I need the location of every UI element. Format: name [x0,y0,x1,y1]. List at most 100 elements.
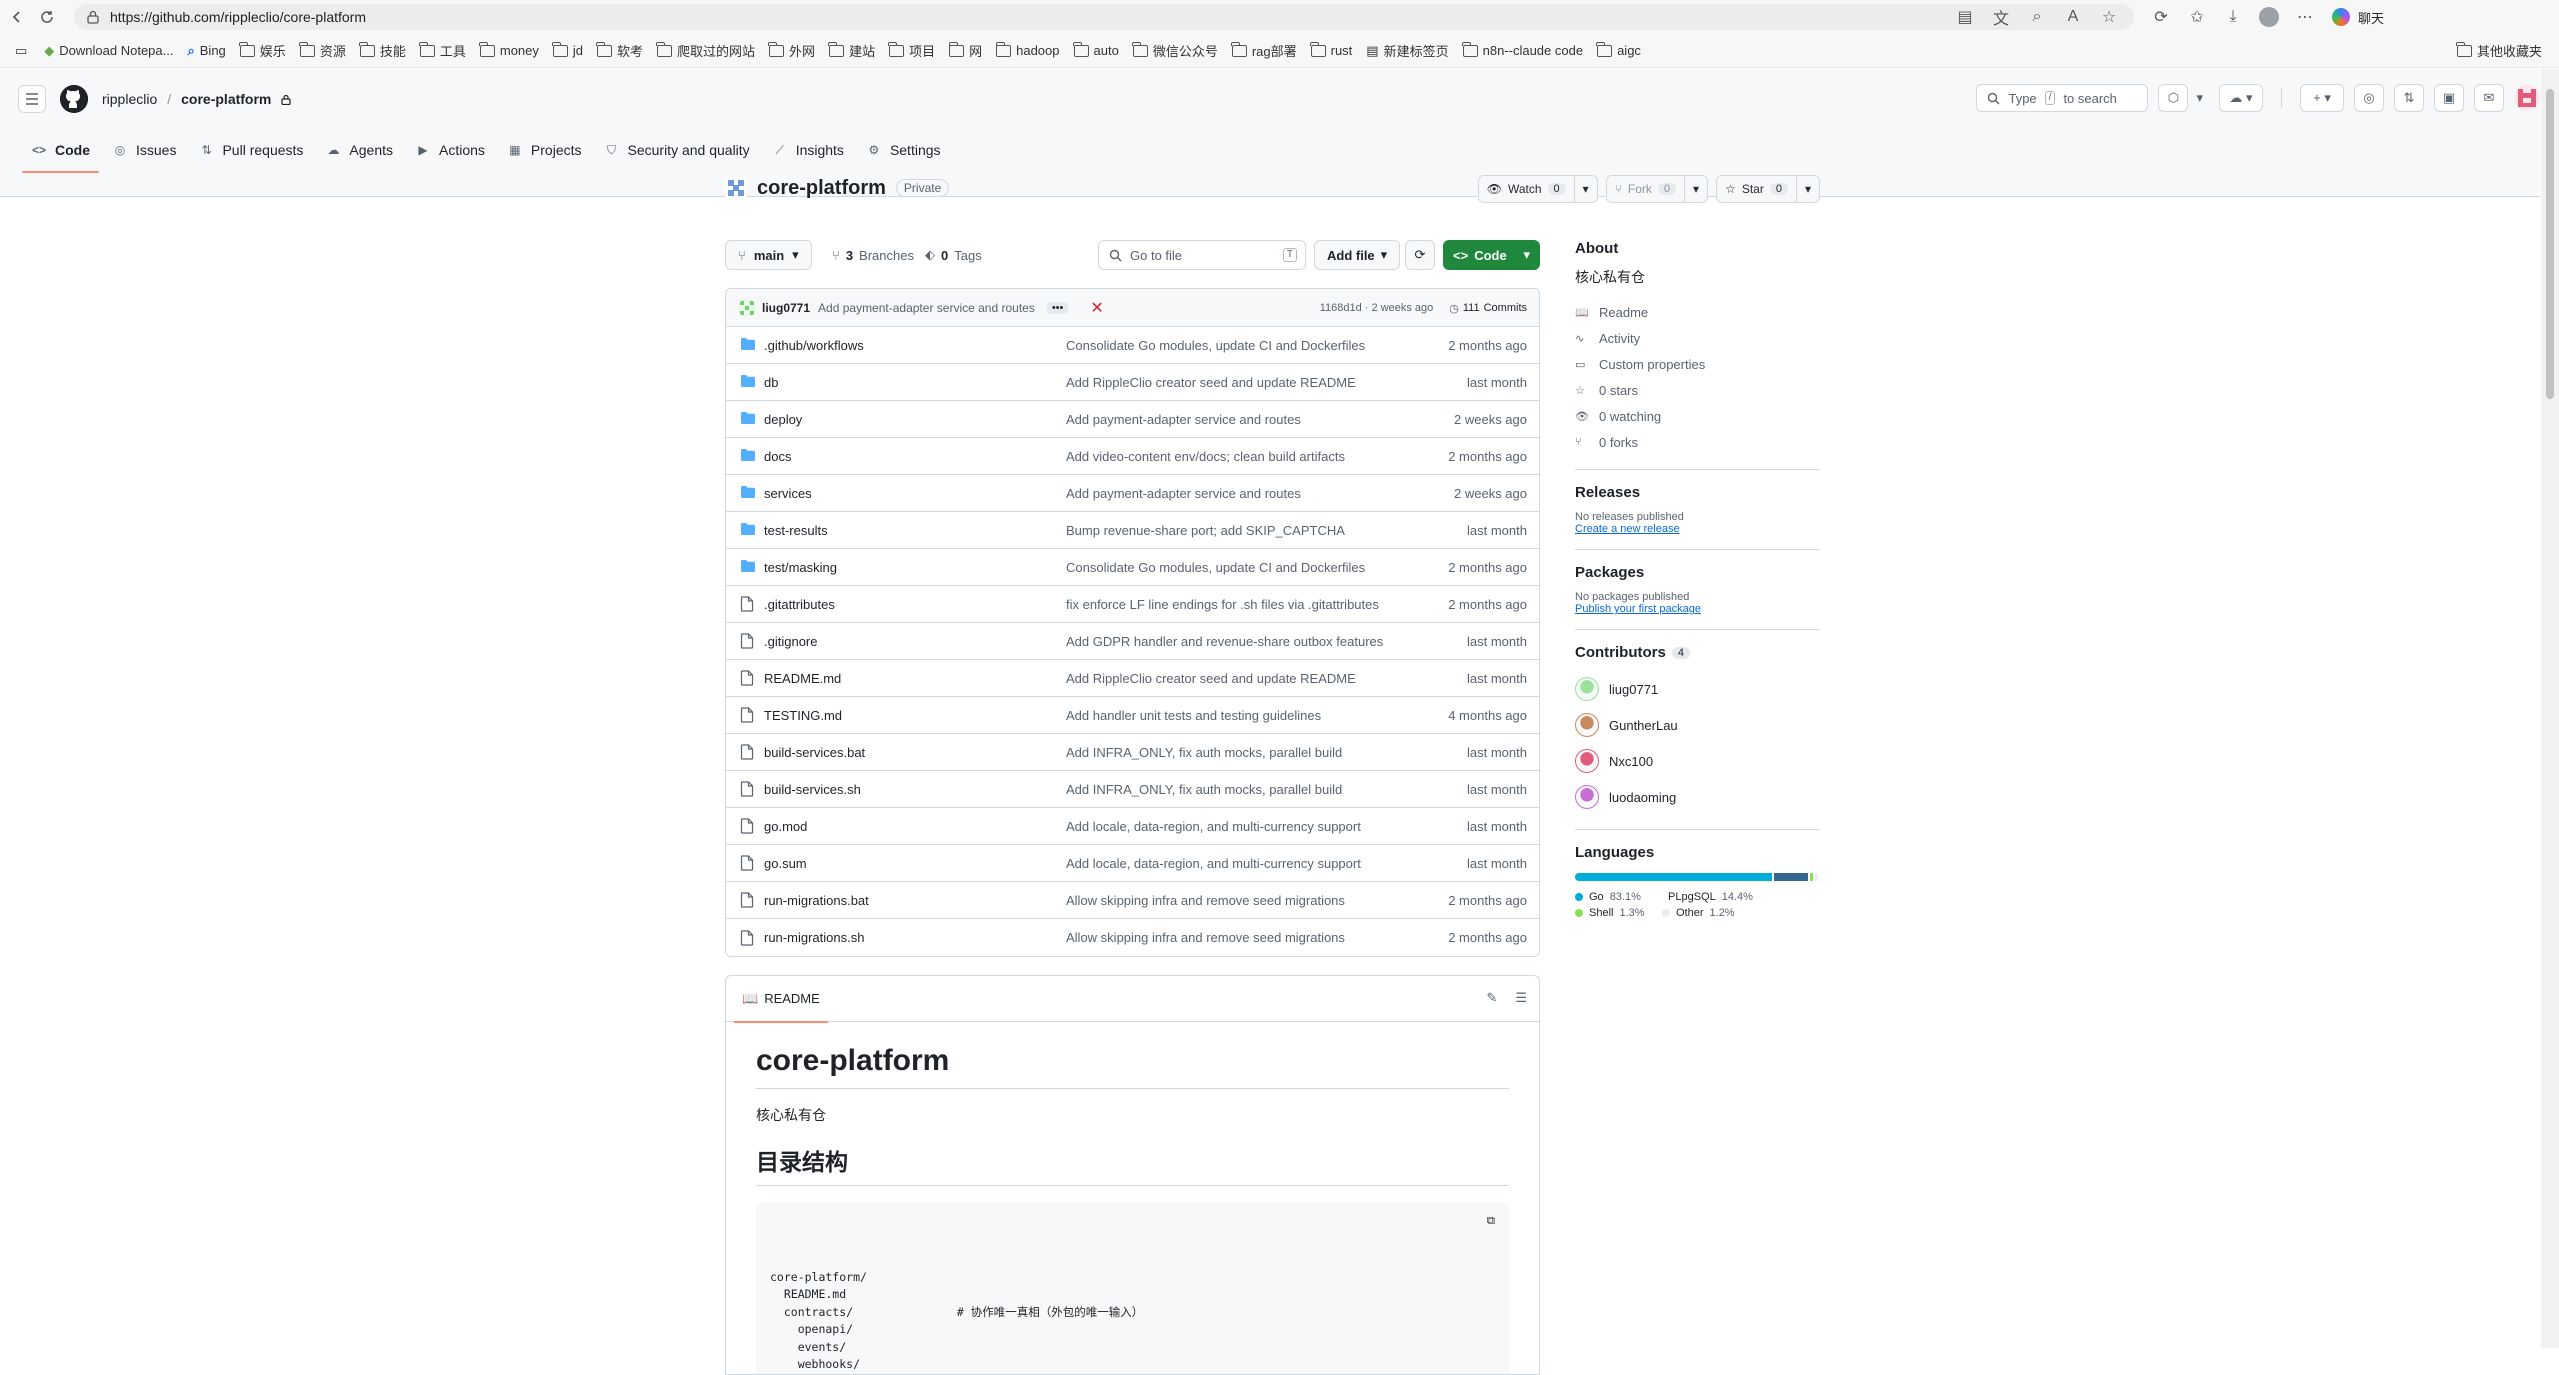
file-row[interactable]: dbAdd RippleClio creator seed and update… [726,364,1539,401]
pull-requests-icon[interactable]: ⇅ [2394,84,2424,112]
about-activity[interactable]: ∿Activity [1575,325,1820,351]
other-bookmarks[interactable]: 其他收藏夹 [2450,39,2549,63]
about-0-stars[interactable]: ☆0 stars [1575,377,1820,403]
commit-expand-button[interactable]: ••• [1047,302,1069,314]
contributors-title[interactable]: Contributors4 [1575,644,1820,661]
file-commit-message[interactable]: Add INFRA_ONLY, fix auth mocks, parallel… [1066,745,1342,760]
edit-icon[interactable]: ✎ [1486,990,1497,1006]
file-name[interactable]: services [764,486,812,501]
extensions-icon[interactable]: ⟳ [2150,6,2172,28]
tab-insights[interactable]: ⟋Insights [761,128,855,172]
packages-title[interactable]: Packages [1575,564,1820,581]
file-row[interactable]: go.modAdd locale, data-region, and multi… [726,808,1539,845]
tab-settings[interactable]: ⚙Settings [855,128,952,172]
bookmark-item[interactable]: 软考 [590,39,650,63]
watch-button[interactable]: 👁Watch0 ▾ [1478,175,1598,203]
file-row[interactable]: docs Add video-content env/docs; clean bu… [726,438,1539,475]
file-row[interactable]: TESTING.md Add handler unit tests and tes… [726,697,1539,734]
language-item[interactable]: Shell1.3% [1575,907,1662,919]
copilot-button[interactable]: ⬡ [2158,84,2188,112]
bookmark-item[interactable]: 娱乐 [233,39,293,63]
file-name[interactable]: README.md [764,671,841,686]
ci-failed-icon[interactable]: ✕ [1090,298,1103,318]
cloud-button[interactable]: ☁ ▾ [2219,84,2263,112]
publish-package-link[interactable]: Publish your first package [1575,603,1820,615]
breadcrumb-owner[interactable]: rippleclio [102,91,157,107]
fork-button[interactable]: ⑂Fork0 ▾ [1606,175,1708,203]
file-row[interactable]: run-migrations.sh Allow skipping infra an… [726,919,1539,956]
chevron-down-icon[interactable]: ▾ [1685,176,1707,202]
about-0-watching[interactable]: 👁0 watching [1575,403,1820,429]
file-commit-message[interactable]: Add RippleClio creator seed and update R… [1066,671,1356,686]
file-commit-message[interactable]: Add video-content env/docs; clean build … [1066,449,1345,464]
read-aloud-icon[interactable]: A [2062,6,2084,28]
contributor-name[interactable]: liug0771 [1609,682,1658,697]
file-commit-message[interactable]: Allow skipping infra and remove seed mig… [1066,930,1345,945]
file-commit-message[interactable]: fix enforce LF line endings for .sh file… [1066,597,1379,612]
downloads-icon[interactable]: ⤓ [2222,6,2244,28]
contributor-item[interactable]: liug0771 [1575,671,1820,707]
releases-title[interactable]: Releases [1575,484,1820,501]
file-commit-message[interactable]: Allow skipping infra and remove seed mig… [1066,893,1345,908]
file-row[interactable]: test/maskingConsolidate Go modules, upda… [726,549,1539,586]
avatar[interactable] [1575,785,1599,809]
reload-icon[interactable] [34,4,60,30]
file-row[interactable]: services Add payment-adapter service and … [726,475,1539,512]
file-name[interactable]: test-results [764,523,828,538]
bookmark-item[interactable]: aigc [1590,39,1648,63]
commit-message[interactable]: Add payment-adapter service and routes [818,301,1035,315]
file-name[interactable]: build-services.bat [764,745,865,760]
bookmark-item[interactable]: 项目 [882,39,942,63]
repos-icon[interactable]: ▣ [2434,84,2464,112]
file-commit-message[interactable]: Consolidate Go modules, update CI and Do… [1066,560,1365,575]
file-commit-message[interactable]: Add INFRA_ONLY, fix auth mocks, parallel… [1066,782,1342,797]
language-item[interactable]: Go83.1% [1575,891,1662,903]
favorite-icon[interactable]: ☆ [2098,6,2120,28]
chat-label[interactable]: 聊天 [2358,8,2384,27]
file-name[interactable]: go.mod [764,819,807,834]
scrollbar[interactable] [2541,69,2559,1348]
github-logo-icon[interactable] [60,85,88,113]
file-commit-message[interactable]: Add handler unit tests and testing guide… [1066,708,1321,723]
code-button[interactable]: <>Code▾ [1443,240,1540,270]
copy-icon[interactable]: ⧉ [1487,1212,1495,1230]
tab-issues[interactable]: ◎Issues [101,128,187,172]
file-name[interactable]: deploy [764,412,802,427]
avatar[interactable] [1575,749,1599,773]
bookmark-item[interactable]: ▤新建标签页 [1359,39,1455,63]
address-bar[interactable]: https://github.com/rippleclio/core-platf… [74,4,2134,30]
file-commit-message[interactable]: Add payment-adapter service and routes [1066,486,1301,501]
bookmark-item[interactable]: 工具 [413,39,473,63]
breadcrumb-repo[interactable]: core-platform [181,91,271,107]
file-commit-message[interactable]: Add locale, data-region, and multi-curre… [1066,856,1361,871]
file-name[interactable]: .gitattributes [764,597,835,612]
contributor-name[interactable]: Nxc100 [1609,754,1653,769]
file-row[interactable]: run-migrations.batAllow skipping infra a… [726,882,1539,919]
chevron-down-icon[interactable]: ▾ [1797,176,1819,202]
language-item[interactable]: PLpgSQL14.4% [1662,891,1749,903]
about-0-forks[interactable]: ⑂0 forks [1575,429,1820,455]
file-row[interactable]: go.sumAdd locale, data-region, and multi… [726,845,1539,882]
file-name[interactable]: TESTING.md [764,708,842,723]
bookmark-item[interactable]: 资源 [293,39,353,63]
contributor-item[interactable]: luodaoming [1575,779,1820,815]
tab-projects[interactable]: ▦Projects [496,128,593,172]
back-icon[interactable] [4,4,30,30]
bookmark-item[interactable]: ◆Download Notepa... [37,39,180,63]
file-name[interactable]: build-services.sh [764,782,861,797]
file-row[interactable]: build-services.sh Add INFRA_ONLY, fix aut… [726,771,1539,808]
file-name[interactable]: run-migrations.sh [764,930,864,945]
file-name[interactable]: docs [764,449,791,464]
favorites-icon[interactable]: ✩ [2186,6,2208,28]
avatar[interactable] [1575,677,1599,701]
chevron-down-icon[interactable]: ▾ [1575,176,1597,202]
branch-selector[interactable]: ⑂ main ▾ [725,240,812,270]
bookmark-item[interactable]: auto [1067,39,1126,63]
star-button[interactable]: ☆Star0 ▾ [1716,175,1820,203]
file-row[interactable]: .gitignoreAdd GDPR handler and revenue-s… [726,623,1539,660]
contributor-name[interactable]: luodaoming [1609,790,1676,805]
avatar[interactable] [738,299,756,317]
copilot-icon[interactable] [2330,6,2352,28]
bookmark-item[interactable]: 微信公众号 [1126,39,1225,63]
file-name[interactable]: .github/workflows [764,338,864,353]
